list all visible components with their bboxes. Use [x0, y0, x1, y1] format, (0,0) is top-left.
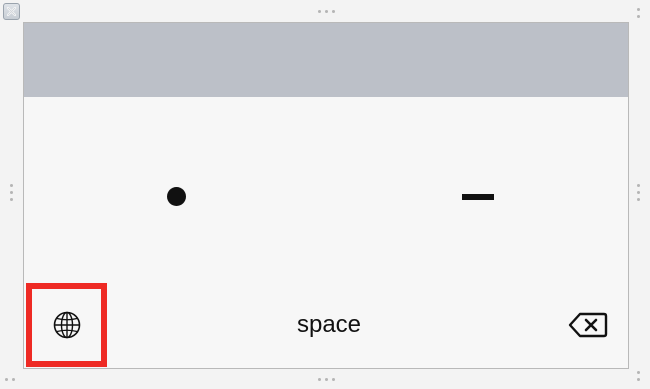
- space-key[interactable]: space: [234, 307, 424, 343]
- resize-handle-bottom-left[interactable]: [5, 378, 15, 381]
- resize-handle-top-right[interactable]: [637, 8, 641, 22]
- highlight-box: [26, 283, 107, 367]
- space-key-label: space: [296, 311, 362, 338]
- resize-handle-top[interactable]: [318, 10, 335, 13]
- delete-key[interactable]: [568, 311, 608, 339]
- window-frame: space: [0, 0, 650, 389]
- dash-key[interactable]: [462, 194, 494, 200]
- resize-handle-bottom[interactable]: [318, 378, 335, 381]
- close-icon: [6, 6, 17, 17]
- resize-handle-bottom-right[interactable]: [637, 371, 641, 385]
- resize-handle-left[interactable]: [10, 184, 14, 205]
- keyboard-top-bar: [24, 23, 628, 97]
- resize-handle-right[interactable]: [637, 184, 641, 205]
- dot-key[interactable]: [167, 187, 186, 206]
- delete-backspace-icon: [568, 312, 608, 338]
- close-button[interactable]: [3, 3, 20, 20]
- keyboard: space: [23, 22, 629, 369]
